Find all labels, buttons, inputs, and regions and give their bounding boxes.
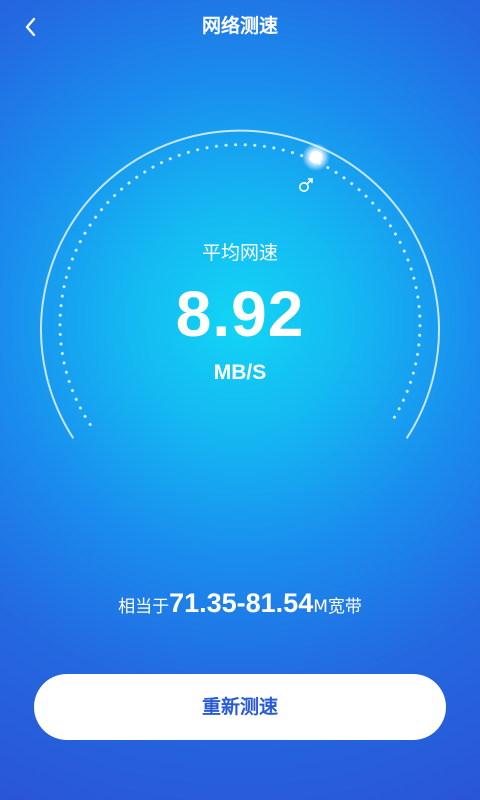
bandwidth-equivalent: 相当于71.35-81.54M宽带 xyxy=(0,588,480,619)
speed-test-screen: 网络测速 平均网速 8.92 MB/S 相当于71.35-81.54M宽带 重新… xyxy=(0,0,480,800)
equivalent-prefix: 相当于 xyxy=(118,597,170,617)
gender-male-icon xyxy=(298,178,313,193)
gauge-knob xyxy=(310,151,322,163)
bandwidth-range: 71.35-81.54 xyxy=(169,588,314,618)
speed-value: 8.92 xyxy=(175,278,305,350)
average-speed-label: 平均网速 xyxy=(201,242,278,264)
page-title: 网络测速 xyxy=(201,15,278,37)
equivalent-suffix: M宽带 xyxy=(313,597,362,617)
top-bar: 网络测速 xyxy=(0,0,480,52)
retest-button[interactable]: 重新测速 xyxy=(34,674,446,740)
speed-unit: MB/S xyxy=(213,361,267,384)
gauge-knob-glow xyxy=(302,143,330,171)
